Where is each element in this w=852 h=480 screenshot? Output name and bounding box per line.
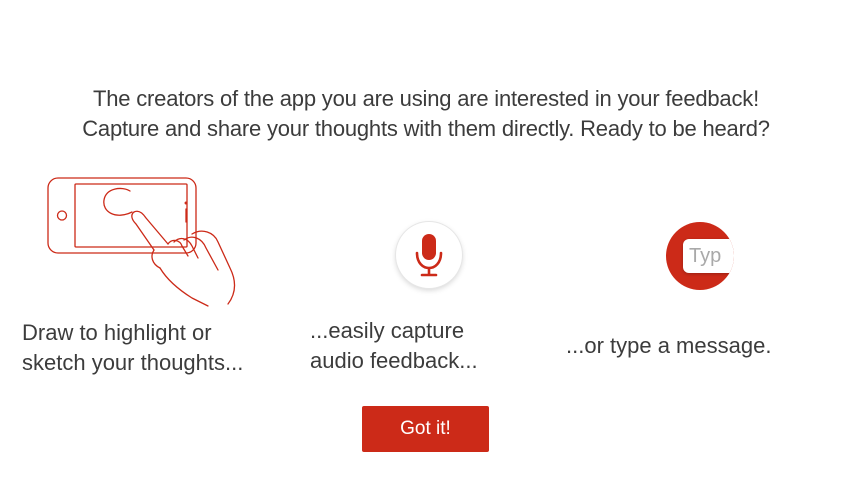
audio-caption: ...easily capture audio feedback... [310, 316, 550, 376]
text-input-icon: Typ [666, 222, 734, 290]
draw-caption-line-1: Draw to highlight or [22, 320, 212, 345]
type-caption: ...or type a message. [566, 331, 836, 361]
audio-caption-line-1: ...easily capture [310, 318, 465, 343]
microphone-badge [396, 222, 462, 288]
microphone-icon [415, 234, 443, 277]
audio-caption-line-2: audio feedback... [310, 348, 478, 373]
text-input-chip: Typ [683, 239, 734, 273]
draw-caption-line-2: sketch your thoughts... [22, 350, 244, 375]
draw-caption: Draw to highlight or sketch your thought… [22, 318, 294, 378]
hand-drawing-on-phone-icon [47, 177, 236, 307]
type-caption-text: ...or type a message. [566, 333, 772, 358]
text-input-chip-text: Typ [689, 245, 722, 267]
intro-line-1: The creators of the app you are using ar… [93, 86, 759, 111]
got-it-button[interactable]: Got it! [362, 406, 489, 452]
intro-line-2: Capture and share your thoughts with the… [82, 116, 770, 141]
intro-text: The creators of the app you are using ar… [0, 84, 852, 144]
